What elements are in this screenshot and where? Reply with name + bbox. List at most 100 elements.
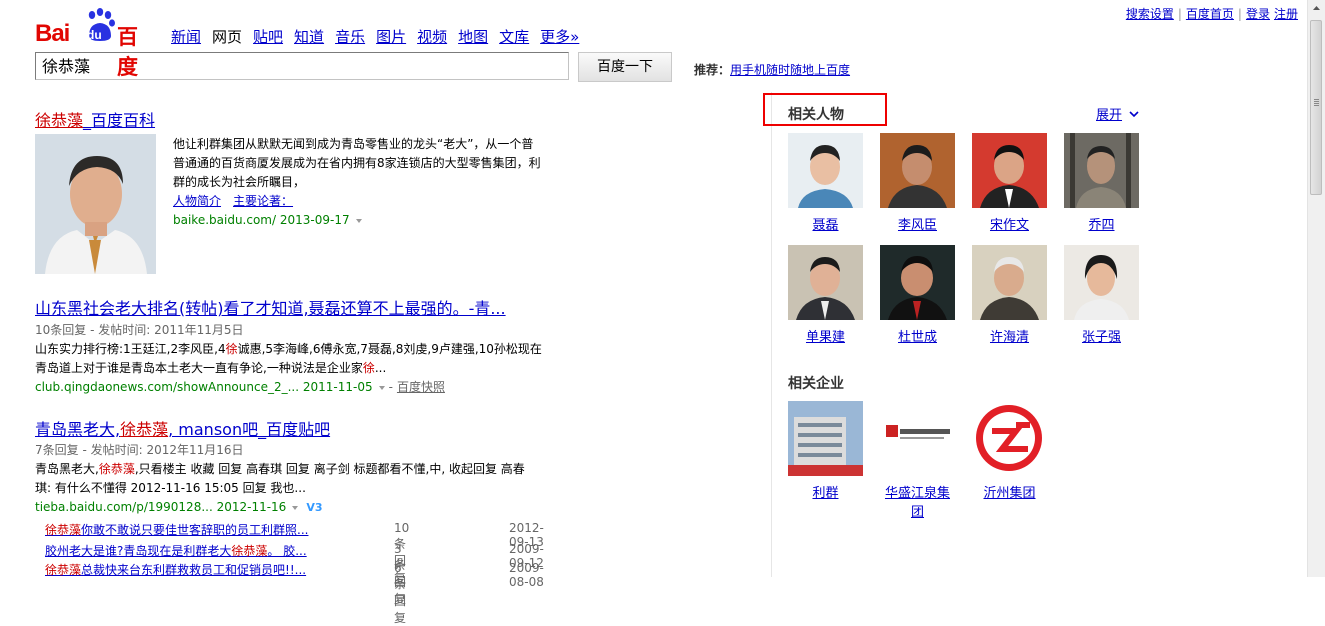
result-3-title-b[interactable]: , manson吧_百度贴吧 (168, 420, 330, 439)
nav-images[interactable]: 图片 (376, 28, 406, 46)
person-card[interactable]: 许海清 (972, 245, 1047, 347)
chevron-down-icon (1129, 111, 1139, 118)
result-3-body: 7条回复 - 发帖时间: 2012年11月16日 青岛黑老大,徐恭藻,只看楼主 … (35, 441, 525, 517)
person-photo[interactable] (788, 133, 863, 208)
register-link[interactable]: 注册 (1274, 7, 1298, 21)
person-photo[interactable] (880, 133, 955, 208)
company-logo[interactable] (880, 401, 955, 476)
person-name[interactable]: 单果建 (788, 328, 863, 347)
person-card[interactable]: 单果建 (788, 245, 863, 347)
company-card[interactable]: 利群 (788, 401, 863, 503)
vertical-scrollbar[interactable] (1307, 0, 1325, 577)
person-card[interactable]: 张子强 (1064, 245, 1139, 347)
person-card[interactable]: 宋作文 (972, 133, 1047, 235)
person-name[interactable]: 许海清 (972, 328, 1047, 347)
scroll-up-arrow-icon[interactable] (1308, 0, 1325, 17)
result-3-subrow-3[interactable]: 徐恭藻总裁快来台东利群救救员工和促销员吧!!... 6条回复 2009-08-0… (45, 561, 544, 625)
nav-zhidao[interactable]: 知道 (294, 28, 324, 46)
person-name[interactable]: 杜世成 (880, 328, 955, 347)
result-2-url: club.qingdaonews.com/showAnnounce_2_... … (35, 380, 373, 394)
person-photo-illustration (35, 134, 156, 274)
company-name[interactable]: 沂州集团 (972, 484, 1047, 503)
person-card[interactable]: 聂磊 (788, 133, 863, 235)
person-name[interactable]: 李风臣 (880, 216, 955, 235)
person-photo[interactable] (972, 133, 1047, 208)
result-3-subrow-2[interactable]: 胶州老大是谁?青岛现在是利群老大徐恭藻。 胶... 3条回复 2009-09-1… (45, 542, 544, 606)
recommend-label: 推荐： (694, 63, 731, 77)
result-1-works-link[interactable]: 主要论著： (233, 194, 293, 208)
result-3-desc-line1: 青岛黑老大,徐恭藻,只看楼主 收藏 回复 高春琪 回复 离子剑 标题都看不懂,中… (35, 462, 525, 476)
result-3-url: tieba.baidu.com/p/1990128... 2012-11-16 (35, 500, 287, 514)
reply-count: 6条回复 (394, 561, 407, 625)
result-1-desc-line2: 普通通的百货商厦发展成为在省内拥有8家连锁店的大型零售集团，利 (173, 156, 541, 170)
expand-button[interactable]: 展开 (1096, 104, 1139, 123)
person-name[interactable]: 聂磊 (788, 216, 863, 235)
person-card[interactable]: 李风臣 (880, 133, 955, 235)
result-3-title[interactable]: 青岛黑老大,徐恭藻, manson吧_百度贴吧 (35, 416, 330, 440)
recommend-bar: 推荐：用手机随时随地上百度 (694, 61, 850, 78)
nav-map[interactable]: 地图 (458, 28, 488, 46)
company-card[interactable]: 华盛江泉集团 (880, 401, 955, 522)
related-people-title: 相关人物 (788, 107, 844, 123)
result-2-desc-line2: 青岛道上对于谁是青岛本土老大一直有争论,一种说法是企业家徐... (35, 361, 387, 375)
result-3-title-a[interactable]: 青岛黑老大, (35, 420, 120, 439)
top-links: 搜索设置 | 百度首页 | 登录 注册 (1125, 7, 1298, 21)
person-photo[interactable] (1064, 245, 1139, 320)
related-companies-title: 相关企业 (788, 376, 844, 392)
result-1-desc: 他让利群集团从默默无闻到成为青岛零售业的龙头“老大”，从一个普 普通通的百货商厦… (173, 135, 541, 230)
logo-du-text: du (87, 28, 102, 42)
result-1-desc-line3: 群的成长为社会所瞩目， (173, 175, 306, 189)
result-2-desc-line1: 山东实力排行榜:1王廷江,2李风臣,4徐诚惠,5李海峰,6傅永宽,7聂磊,8刘虔… (35, 342, 542, 356)
dropdown-arrow-icon[interactable] (378, 385, 385, 390)
result-1-title-query[interactable]: 徐恭藻 (35, 111, 83, 130)
baike-person-image[interactable] (35, 134, 156, 274)
person-card[interactable]: 乔四 (1064, 133, 1139, 235)
result-1-desc-line1: 他让利群集团从默默无闻到成为青岛零售业的龙头“老大”，从一个普 (173, 137, 534, 151)
result-1-title-rest[interactable]: _百度百科 (83, 111, 155, 130)
result-3-meta: 7条回复 - 发帖时间: 2012年11月16日 (35, 443, 244, 457)
search-button[interactable]: 百度一下 (578, 52, 672, 82)
dropdown-arrow-icon[interactable] (292, 505, 299, 510)
nav-news[interactable]: 新闻 (171, 28, 201, 46)
result-2-snapshot-link[interactable]: 百度快照 (397, 380, 445, 394)
recommend-mobile-link[interactable]: 用手机随时随地上百度 (730, 63, 850, 77)
person-photo[interactable] (1064, 133, 1139, 208)
person-photo[interactable] (880, 245, 955, 320)
company-logo[interactable] (972, 401, 1047, 476)
top-nav: 新闻 网页 贴吧 知道 音乐 图片 视频 地图 文库 更多» (171, 26, 590, 47)
company-name[interactable]: 华盛江泉集团 (880, 484, 955, 522)
result-2-meta: 10条回复 - 发帖时间: 2011年11月5日 (35, 323, 244, 337)
baidu-home-link[interactable]: 百度首页 (1186, 7, 1234, 21)
nav-video[interactable]: 视频 (417, 28, 447, 46)
person-name[interactable]: 乔四 (1064, 216, 1139, 235)
login-link[interactable]: 登录 (1246, 7, 1270, 21)
nav-tieba[interactable]: 贴吧 (253, 28, 283, 46)
person-photo[interactable] (788, 245, 863, 320)
result-3-title-query[interactable]: 徐恭藻 (120, 420, 168, 439)
person-name[interactable]: 张子强 (1064, 328, 1139, 347)
search-input[interactable]: 徐恭藻 (35, 52, 569, 80)
nav-wenku[interactable]: 文库 (499, 28, 529, 46)
company-name[interactable]: 利群 (788, 484, 863, 503)
result-3-desc-line2: 琪: 有什么不懂得 2012-11-16 15:05 回复 我也... (35, 481, 306, 495)
nav-web-current[interactable]: 网页 (212, 28, 242, 46)
result-1-bio-link[interactable]: 人物简介 (173, 194, 221, 208)
nav-more[interactable]: 更多» (540, 28, 579, 46)
nav-music[interactable]: 音乐 (335, 28, 365, 46)
result-2-title[interactable]: 山东黑社会老大排名(转帖)看了才知道,聂磊还算不上最强的。-青... (35, 295, 506, 319)
expand-label[interactable]: 展开 (1096, 108, 1122, 123)
search-settings-link[interactable]: 搜索设置 (1126, 7, 1174, 21)
baidu-logo[interactable]: Bai du 百度 (35, 8, 155, 79)
person-name[interactable]: 宋作文 (972, 216, 1047, 235)
reply-date: 2009-08-08 (509, 561, 544, 589)
dropdown-arrow-icon[interactable] (355, 218, 362, 223)
person-card[interactable]: 杜世成 (880, 245, 955, 347)
result-1-title[interactable]: 徐恭藻_百度百科 (35, 107, 155, 131)
company-card[interactable]: 沂州集团 (972, 401, 1047, 503)
result-3-subrow-1[interactable]: 徐恭藻你敢不敢说只要佳世客辞职的员工利群照... 10条回复 2012-09-1… (45, 521, 544, 585)
result-2-body: 10条回复 - 发帖时间: 2011年11月5日 山东实力排行榜:1王廷江,2李… (35, 323, 542, 394)
v3-badge-icon[interactable]: V3 (306, 501, 322, 514)
scroll-thumb[interactable] (1310, 20, 1322, 195)
company-logo[interactable] (788, 401, 863, 476)
person-photo[interactable] (972, 245, 1047, 320)
